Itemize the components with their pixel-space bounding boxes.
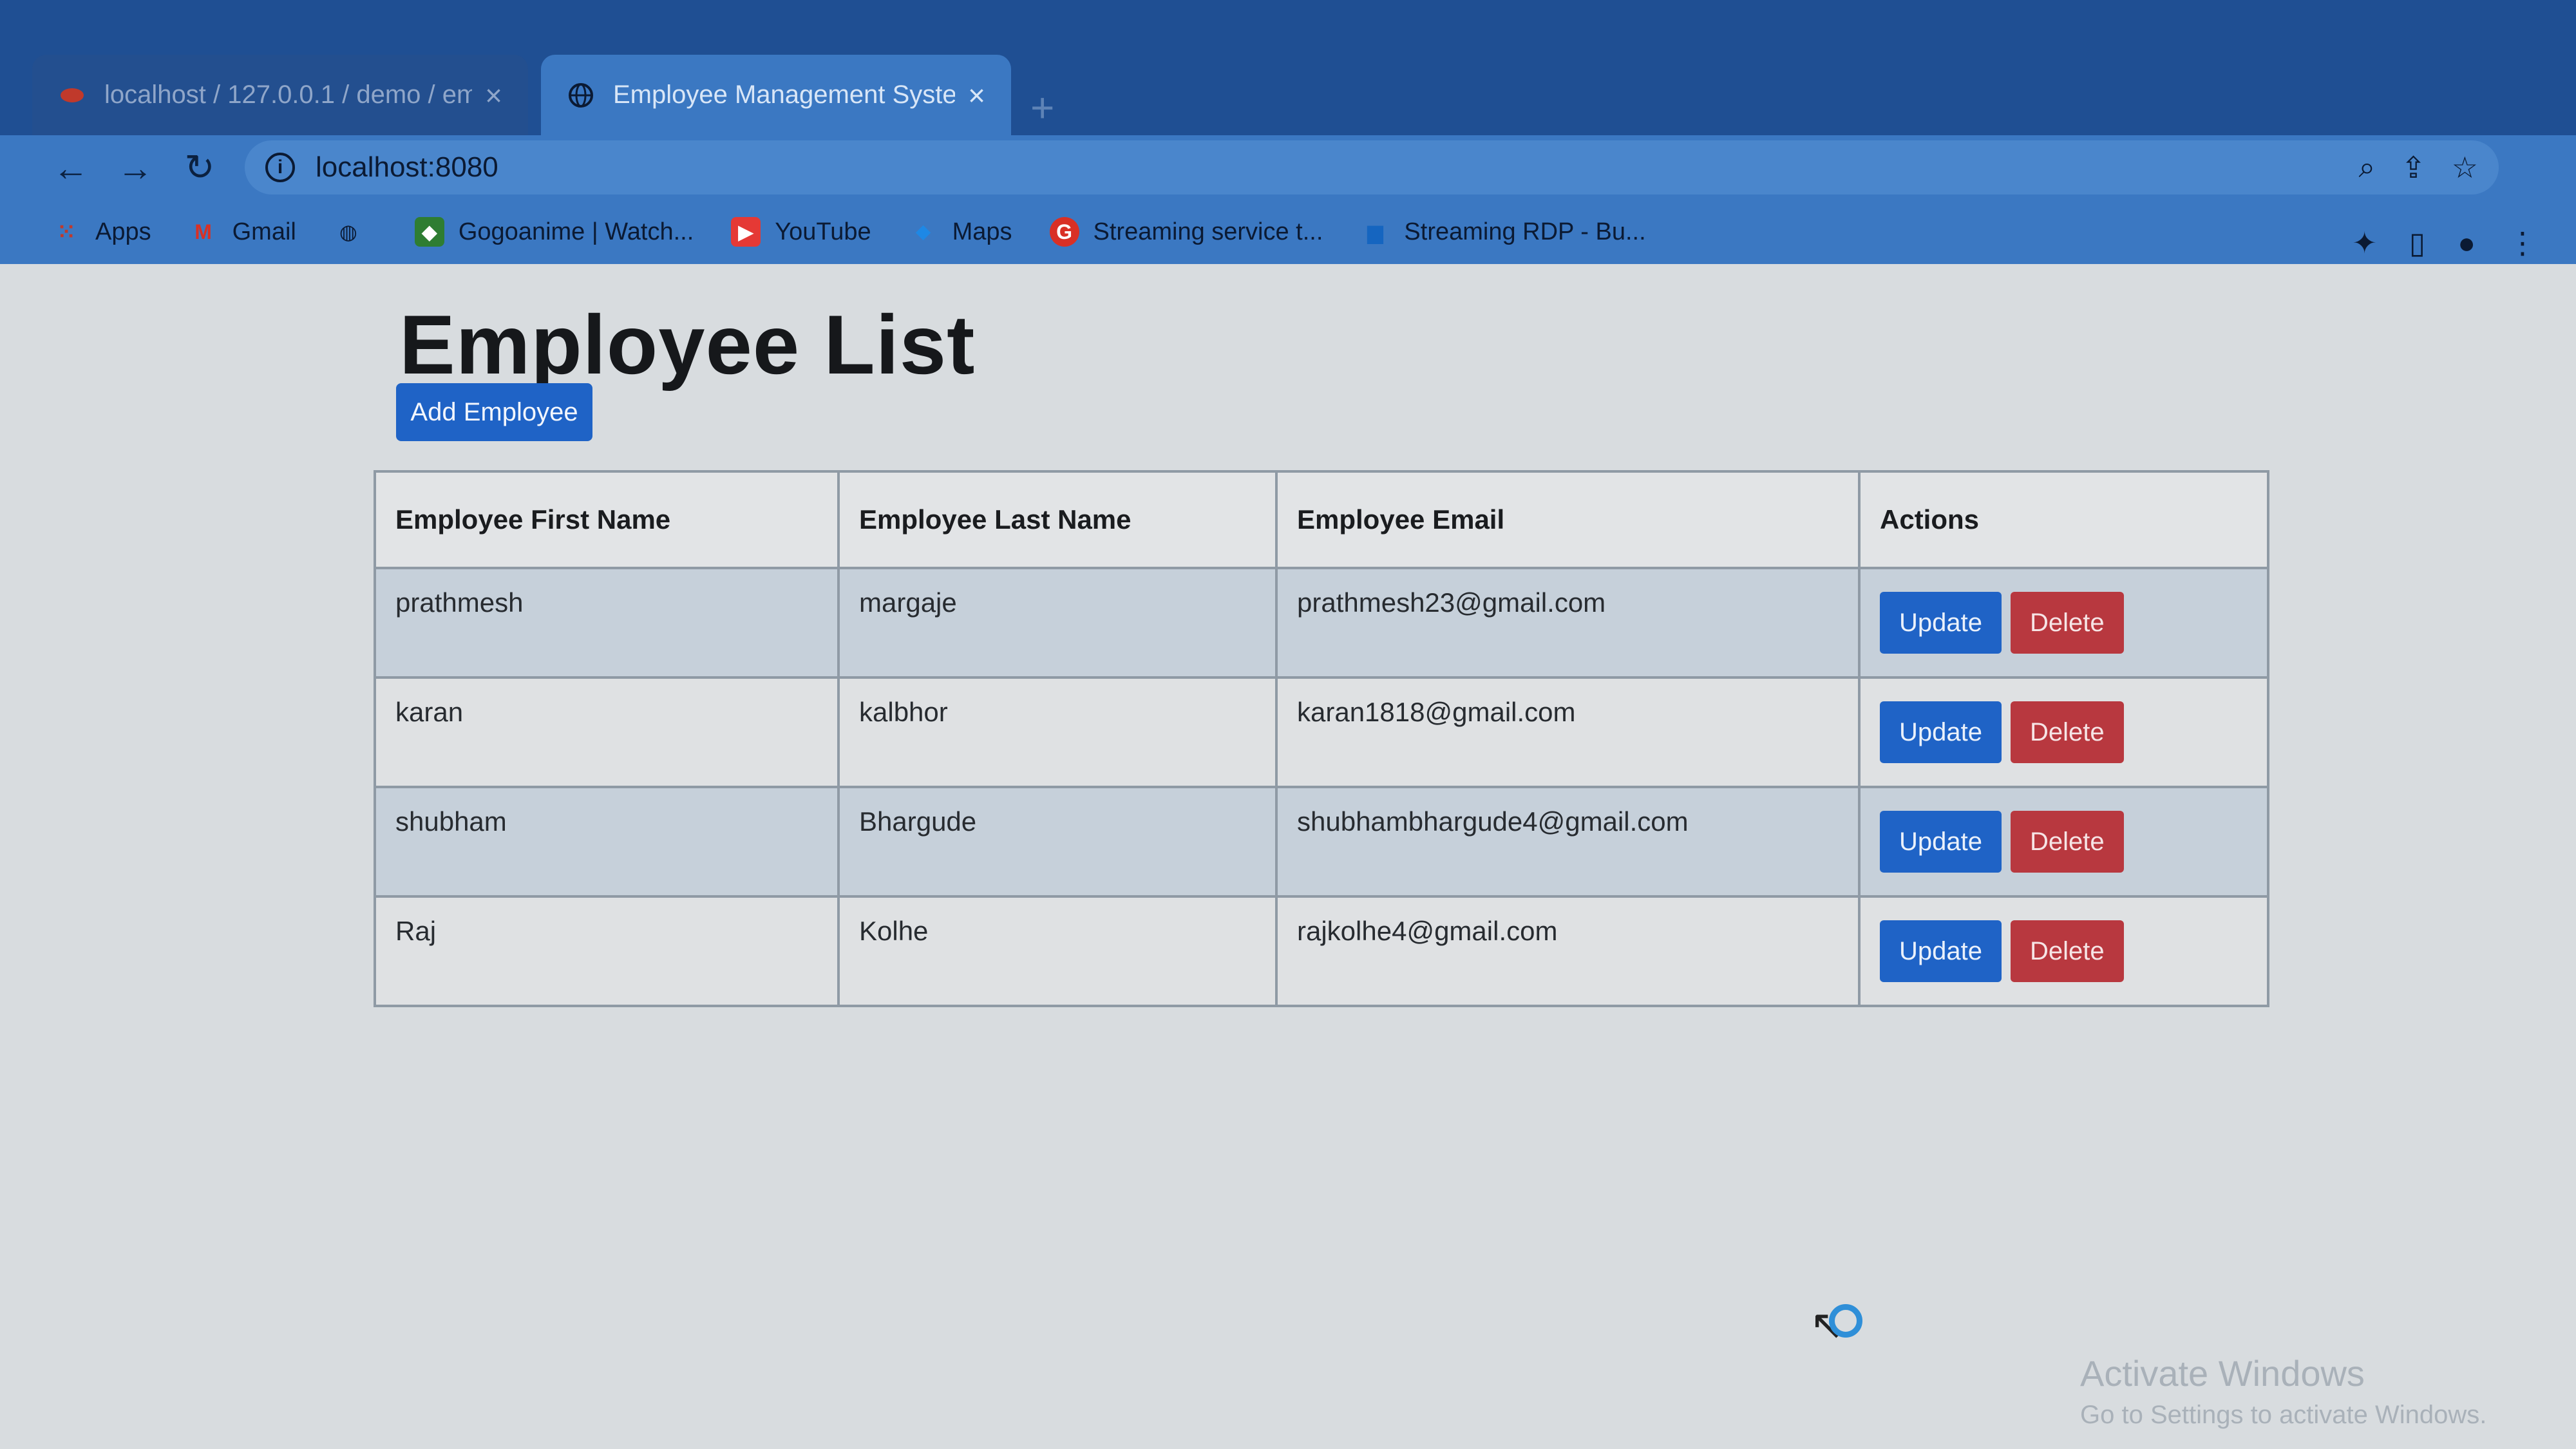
menu-kebab-icon[interactable]: ⋮ bbox=[2508, 225, 2537, 260]
bookmark-label: Gogoanime | Watch... bbox=[458, 218, 694, 245]
column-header-email: Employee Email bbox=[1275, 470, 1861, 569]
cell-actions: Update Delete bbox=[1858, 895, 2269, 1007]
table-header-row: Employee First Name Employee Last Name E… bbox=[374, 470, 2269, 569]
cell-last-name: Kolhe bbox=[837, 895, 1278, 1007]
address-text[interactable]: localhost:8080 bbox=[316, 151, 498, 184]
forward-arrow-icon[interactable]: → bbox=[103, 135, 167, 200]
table-row: karan kalbhor karan1818@gmail.com Update… bbox=[374, 676, 2269, 788]
update-button[interactable]: Update bbox=[1880, 592, 2002, 654]
new-tab-button[interactable]: + bbox=[1030, 84, 1054, 131]
cell-last-name: Bhargude bbox=[837, 786, 1278, 898]
add-employee-button[interactable]: Add Employee bbox=[396, 383, 592, 441]
back-arrow-icon[interactable]: ← bbox=[39, 135, 103, 200]
watermark-title: Activate Windows bbox=[2080, 1353, 2365, 1394]
column-header-last-name: Employee Last Name bbox=[837, 470, 1278, 569]
globe-icon bbox=[567, 81, 595, 109]
column-header-first-name: Employee First Name bbox=[374, 470, 840, 569]
employee-table: Employee First Name Employee Last Name E… bbox=[374, 470, 2269, 1007]
cell-actions: Update Delete bbox=[1858, 676, 2269, 788]
rdp-icon: ▆ bbox=[1367, 220, 1383, 243]
bookmark-gogoanime[interactable]: ◆ Gogoanime | Watch... bbox=[414, 217, 694, 247]
cell-actions: Update Delete bbox=[1858, 567, 2269, 679]
star-bookmark-icon[interactable]: ☆ bbox=[2452, 150, 2478, 185]
apps-grid-icon: ⁙ bbox=[57, 220, 75, 243]
cell-actions: Update Delete bbox=[1858, 786, 2269, 898]
bookmark-gmail[interactable]: M Gmail bbox=[189, 217, 296, 247]
delete-button[interactable]: Delete bbox=[2010, 701, 2124, 763]
cell-first-name: prathmesh bbox=[374, 567, 840, 679]
bookmark-streaming-service[interactable]: G Streaming service t... bbox=[1049, 217, 1323, 247]
table-row: shubham Bhargude shubhambhargude4@gmail.… bbox=[374, 786, 2269, 898]
address-bar[interactable]: i localhost:8080 ⌕ ⇪ ☆ bbox=[245, 140, 2499, 194]
cell-first-name: Raj bbox=[374, 895, 840, 1007]
bookmark-label: Streaming service t... bbox=[1093, 218, 1323, 245]
side-panel-icon[interactable]: ▯ bbox=[2409, 225, 2425, 260]
update-button[interactable]: Update bbox=[1880, 701, 2002, 763]
bookmark-label: Maps bbox=[952, 218, 1012, 245]
bookmark-label: Streaming RDP - Bu... bbox=[1404, 218, 1646, 245]
cell-email: karan1818@gmail.com bbox=[1275, 676, 1861, 788]
cell-email: rajkolhe4@gmail.com bbox=[1275, 895, 1861, 1007]
bookmark-label: Apps bbox=[95, 218, 151, 245]
page-content: Employee List Add Employee Employee Firs… bbox=[0, 264, 2576, 1449]
update-button[interactable]: Update bbox=[1880, 811, 2002, 873]
employee-table-container: Employee First Name Employee Last Name E… bbox=[374, 470, 2269, 1007]
busy-spinner-icon bbox=[1829, 1304, 1862, 1338]
tab-strip: localhost / 127.0.0.1 / demo / em × Empl… bbox=[0, 0, 2576, 135]
cell-email: prathmesh23@gmail.com bbox=[1275, 567, 1861, 679]
youtube-icon: ▶ bbox=[731, 217, 761, 247]
browser-extension-icons: ✦ ▯ ● ⋮ bbox=[2352, 225, 2537, 260]
activate-windows-watermark: Activate Windows Go to Settings to activ… bbox=[2080, 1352, 2486, 1430]
tab-title: localhost / 127.0.0.1 / demo / em bbox=[104, 80, 473, 109]
cell-last-name: kalbhor bbox=[837, 676, 1278, 788]
globe-icon: ◍ bbox=[339, 220, 357, 243]
table-row: Raj Kolhe rajkolhe4@gmail.com Update Dele… bbox=[374, 895, 2269, 1007]
watermark-subtitle: Go to Settings to activate Windows. bbox=[2080, 1401, 2487, 1429]
bookmark-maps[interactable]: ⬥ Maps bbox=[909, 217, 1012, 247]
close-icon[interactable]: × bbox=[968, 78, 985, 113]
phpmyadmin-icon bbox=[58, 81, 86, 109]
maps-icon: ⬥ bbox=[916, 220, 931, 243]
profile-avatar-icon[interactable]: ● bbox=[2458, 225, 2476, 260]
bookmark-label: YouTube bbox=[775, 218, 871, 245]
update-button[interactable]: Update bbox=[1880, 920, 2002, 982]
google-icon: G bbox=[1049, 217, 1079, 247]
bookmark-globe[interactable]: ◍ bbox=[334, 217, 377, 247]
omnibox-actions: ⌕ ⇪ ☆ bbox=[2358, 149, 2478, 185]
delete-button[interactable]: Delete bbox=[2010, 920, 2124, 982]
cell-email: shubhambhargude4@gmail.com bbox=[1275, 786, 1861, 898]
column-header-actions: Actions bbox=[1858, 470, 2269, 569]
share-icon[interactable]: ⇪ bbox=[2401, 150, 2426, 185]
gmail-icon: M bbox=[194, 220, 212, 243]
bookmark-streaming-rdp[interactable]: ▆ Streaming RDP - Bu... bbox=[1360, 217, 1646, 247]
extensions-puzzle-icon[interactable]: ✦ bbox=[2352, 225, 2377, 260]
bookmarks-bar: ⁙ Apps M Gmail ◍ ◆ Gogoanime | Watch... … bbox=[0, 200, 2576, 264]
browser-toolbar: ← → ↻ i localhost:8080 ⌕ ⇪ ☆ bbox=[0, 135, 2576, 200]
bookmark-label: Gmail bbox=[232, 218, 296, 245]
info-icon[interactable]: i bbox=[265, 153, 295, 182]
gogoanime-icon: ◆ bbox=[414, 217, 444, 247]
bookmark-apps[interactable]: ⁙ Apps bbox=[52, 217, 151, 247]
cell-first-name: shubham bbox=[374, 786, 840, 898]
delete-button[interactable]: Delete bbox=[2010, 811, 2124, 873]
reload-icon[interactable]: ↻ bbox=[167, 135, 232, 200]
cell-first-name: karan bbox=[374, 676, 840, 788]
tab-title: Employee Management System bbox=[613, 80, 956, 109]
close-icon[interactable]: × bbox=[485, 78, 502, 113]
table-row: prathmesh margaje prathmesh23@gmail.com … bbox=[374, 567, 2269, 679]
tab-employee-management[interactable]: Employee Management System × bbox=[541, 55, 1011, 135]
cell-last-name: margaje bbox=[837, 567, 1278, 679]
delete-button[interactable]: Delete bbox=[2010, 592, 2124, 654]
bookmark-youtube[interactable]: ▶ YouTube bbox=[731, 217, 871, 247]
tab-phpmyadmin[interactable]: localhost / 127.0.0.1 / demo / em × bbox=[32, 55, 528, 135]
page-title: Employee List bbox=[399, 298, 976, 392]
zoom-search-icon[interactable]: ⌕ bbox=[2358, 149, 2375, 185]
